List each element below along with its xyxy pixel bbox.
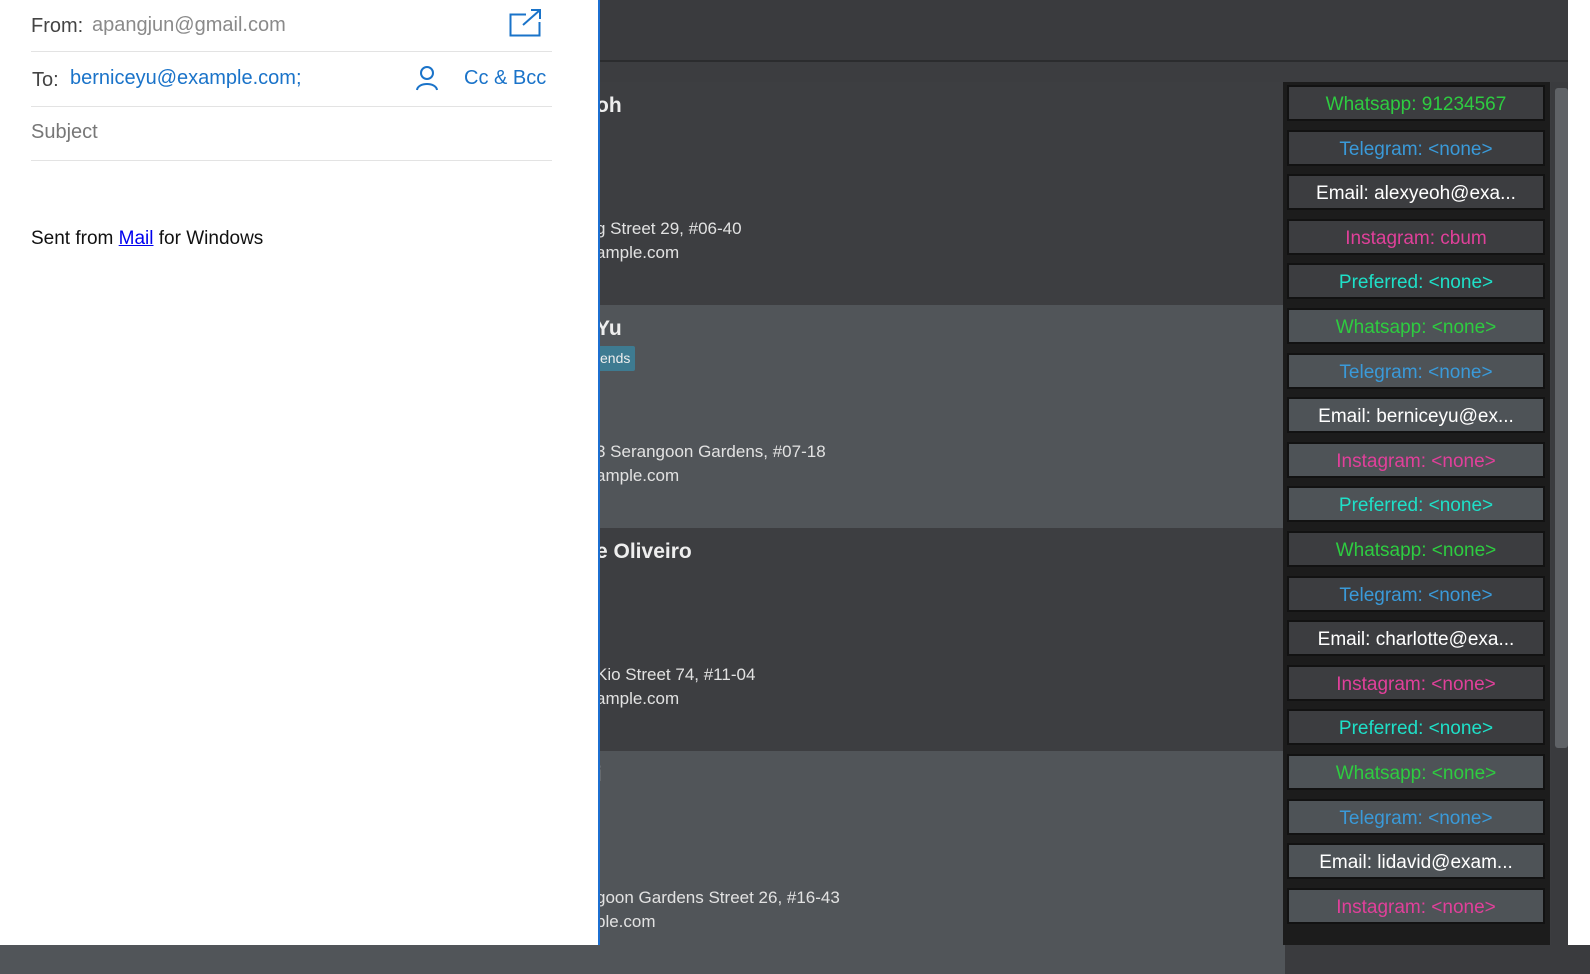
mail-compose-window: From: apangjun@gmail.com To: berniceyu@e…	[0, 0, 600, 945]
social-button-email[interactable]: Email: lidavid@exam...	[1287, 843, 1545, 879]
social-button-preferred[interactable]: Preferred: <none>	[1287, 263, 1545, 299]
social-button-telegram[interactable]: Telegram: <none>	[1287, 130, 1545, 166]
contact-address: goon Gardens Street 26, #16-43	[596, 888, 840, 907]
contact-address: Kio Street 74, #11-04	[596, 665, 756, 684]
social-button-preferred[interactable]: Preferred: <none>	[1287, 709, 1545, 745]
social-button-instagram[interactable]: Instagram: <none>	[1287, 442, 1545, 478]
contact-picker-icon[interactable]	[415, 65, 439, 91]
mail-signature: Sent from Mail for Windows	[31, 228, 263, 250]
contact-email: ample.com	[596, 466, 680, 485]
to-row: To: berniceyu@example.com; Cc & Bcc	[31, 52, 552, 107]
to-label: To:	[32, 69, 59, 91]
social-button-instagram[interactable]: Instagram: <none>	[1287, 888, 1545, 924]
scrollbar-thumb[interactable]	[1555, 88, 1568, 748]
social-button-instagram[interactable]: Instagram: <none>	[1287, 665, 1545, 701]
social-button-email[interactable]: Email: charlotte@exa...	[1287, 620, 1545, 656]
social-button-instagram[interactable]: Instagram: cbum	[1287, 219, 1545, 255]
social-button-whatsapp[interactable]: Whatsapp: <none>	[1287, 754, 1545, 790]
social-button-whatsapp[interactable]: Whatsapp: <none>	[1287, 308, 1545, 344]
social-button-email[interactable]: Email: alexyeoh@exa...	[1287, 174, 1545, 210]
social-button-telegram[interactable]: Telegram: <none>	[1287, 576, 1545, 612]
from-row: From: apangjun@gmail.com	[31, 0, 552, 52]
contact-email: ample.com	[596, 689, 680, 708]
social-button-telegram[interactable]: Telegram: <none>	[1287, 353, 1545, 389]
contact-email: ample.com	[596, 243, 680, 262]
social-links-panel: Whatsapp: 91234567 Telegram: <none> Email:…	[1283, 82, 1550, 945]
mail-app-link[interactable]: Mail	[119, 228, 154, 249]
from-address[interactable]: apangjun@gmail.com	[92, 14, 286, 37]
window-edge	[1568, 0, 1590, 945]
contact-name: e Oliveiro	[596, 540, 692, 563]
contact-address: g Street 29, #06-40	[596, 219, 742, 238]
signature-prefix: Sent from	[31, 228, 119, 249]
signature-suffix: for Windows	[153, 228, 264, 249]
popout-icon[interactable]	[509, 8, 543, 38]
subject-row	[31, 107, 552, 161]
cc-bcc-button[interactable]: Cc & Bcc	[464, 67, 546, 90]
contact-tag: ends	[596, 346, 636, 371]
social-button-whatsapp[interactable]: Whatsapp: 91234567	[1287, 85, 1545, 121]
social-button-preferred[interactable]: Preferred: <none>	[1287, 486, 1545, 522]
social-button-telegram[interactable]: Telegram: <none>	[1287, 799, 1545, 835]
recipient-chip[interactable]: berniceyu@example.com;	[70, 67, 302, 90]
social-button-whatsapp[interactable]: Whatsapp: <none>	[1287, 531, 1545, 567]
contact-email: ple.com	[596, 912, 656, 931]
contact-address: 3 Serangoon Gardens, #07-18	[596, 442, 826, 461]
subject-input[interactable]	[31, 121, 531, 144]
from-label: From:	[31, 15, 84, 37]
social-button-email[interactable]: Email: berniceyu@ex...	[1287, 397, 1545, 433]
